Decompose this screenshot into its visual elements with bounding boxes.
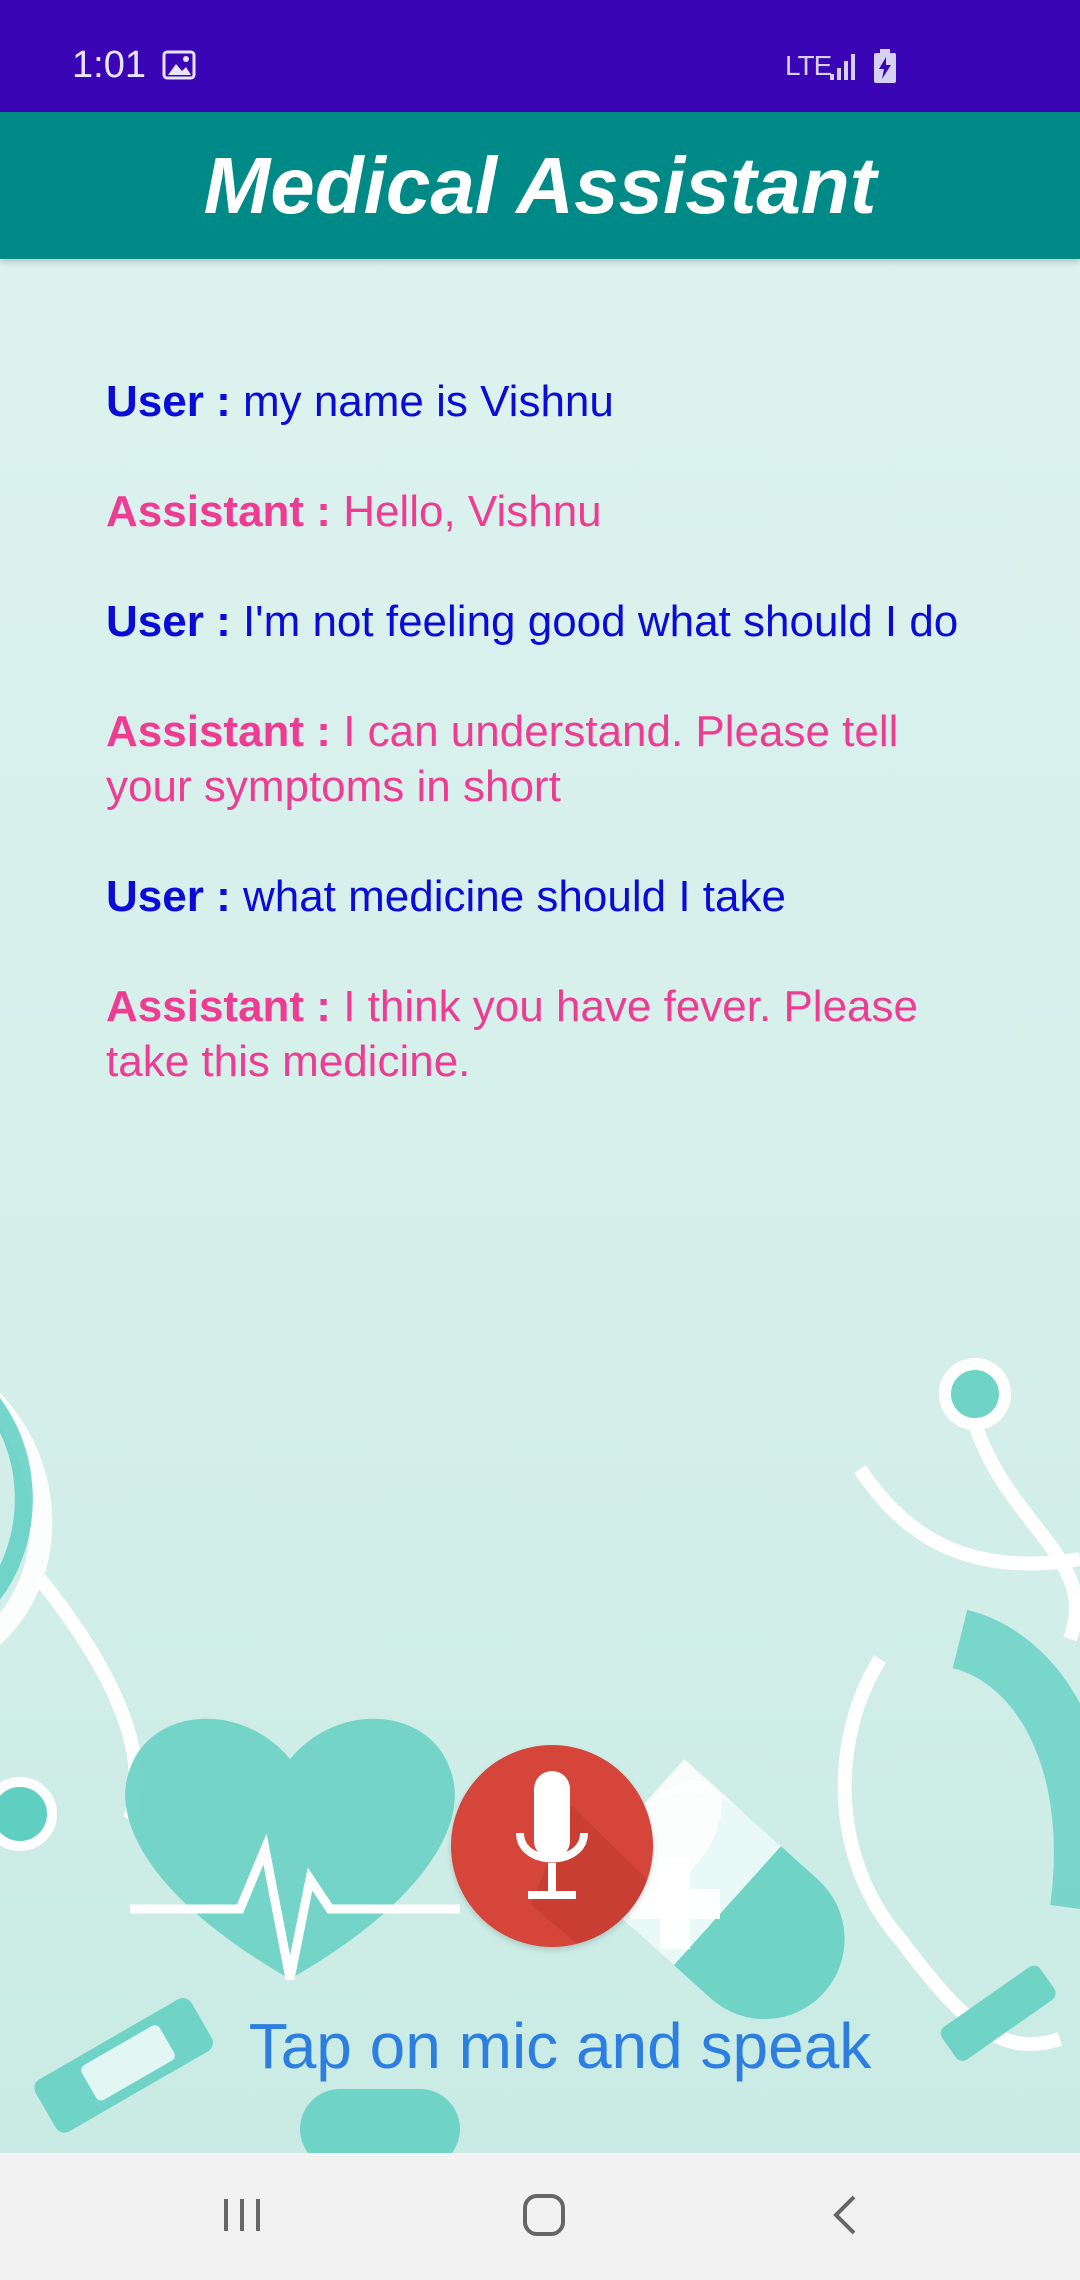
mic-hint-text: Tap on mic and speak xyxy=(248,2010,872,2082)
user-message: User : my name is Vishnu xyxy=(106,374,986,429)
speaker-label: User : xyxy=(106,872,231,921)
conversation-log: User : my name is Vishnu Assistant : Hel… xyxy=(106,374,986,1144)
network-type: LTE xyxy=(785,50,832,81)
message-text: what medicine should I take xyxy=(242,872,786,921)
assistant-message: Assistant : I think you have fever. Plea… xyxy=(106,979,986,1089)
back-icon[interactable] xyxy=(826,2191,866,2239)
mic-button[interactable] xyxy=(451,1745,653,1947)
microphone-icon xyxy=(516,1771,588,1899)
speaker-label: Assistant : xyxy=(106,487,331,536)
message-text: I'm not feeling good what should I do xyxy=(242,597,959,646)
message-text: Hello, Vishnu xyxy=(343,487,602,536)
speaker-label: Assistant : xyxy=(106,707,331,756)
user-message: User : what medicine should I take xyxy=(106,869,986,924)
signal-icon xyxy=(830,54,855,80)
speaker-label: User : xyxy=(106,597,231,646)
status-bar: 1:01 LTE xyxy=(0,0,1080,112)
gallery-icon xyxy=(162,50,196,80)
battery-charging-icon xyxy=(874,49,896,83)
assistant-message: Assistant : Hello, Vishnu xyxy=(106,484,986,539)
user-message: User : I'm not feeling good what should … xyxy=(106,594,986,649)
app-title: Medical Assistant xyxy=(203,141,877,230)
status-time: 1:01 xyxy=(72,44,146,86)
app-header: Medical Assistant xyxy=(0,112,1080,259)
home-icon[interactable] xyxy=(520,2191,568,2239)
recents-icon[interactable] xyxy=(220,2193,264,2237)
speaker-label: User : xyxy=(106,377,231,426)
message-text: my name is Vishnu xyxy=(242,377,614,426)
assistant-message: Assistant : I can understand. Please tel… xyxy=(106,704,986,814)
system-nav-bar xyxy=(0,2153,1080,2280)
speaker-label: Assistant : xyxy=(106,982,331,1031)
main-content: User : my name is Vishnu Assistant : Hel… xyxy=(0,259,1080,2153)
